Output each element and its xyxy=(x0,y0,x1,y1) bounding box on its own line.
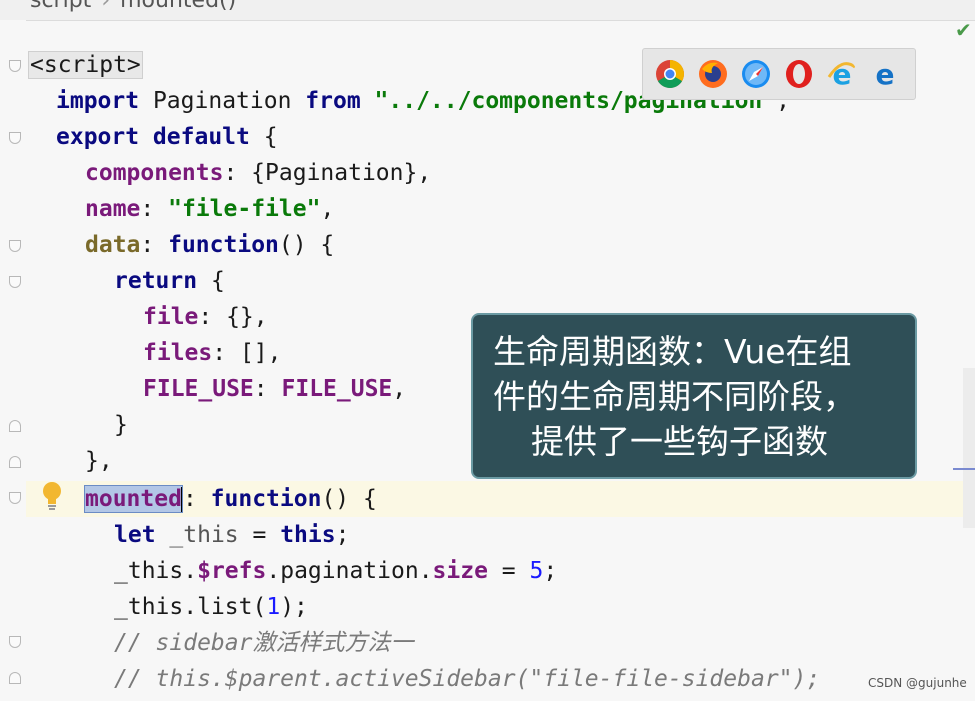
breadcrumb-separator-icon: › xyxy=(101,0,111,13)
fold-marker-icon[interactable] xyxy=(9,492,21,504)
breadcrumb-mounted[interactable]: mounted() xyxy=(120,0,236,13)
code-line: export default { xyxy=(56,124,278,150)
code-line: } xyxy=(114,412,128,438)
fold-marker-icon[interactable] xyxy=(9,420,21,432)
code-line-current: mounted: function() { xyxy=(84,485,377,513)
code-line: return { xyxy=(114,268,225,294)
breadcrumb[interactable]: script › mounted() xyxy=(30,0,236,13)
code-line: <script> xyxy=(28,47,143,83)
code-line: FILE_USE: FILE_USE, xyxy=(143,376,407,402)
fold-marker-icon[interactable] xyxy=(9,60,21,72)
fold-marker-icon[interactable] xyxy=(9,276,21,288)
scrollbar-track[interactable] xyxy=(963,368,975,528)
scrollbar-marker xyxy=(953,468,975,470)
callout-line-1: 生命周期函数：Vue在组 xyxy=(493,332,852,371)
script-tag: <script> xyxy=(28,51,143,79)
firefox-icon[interactable] xyxy=(698,59,728,89)
code-line: file: {}, xyxy=(143,304,268,330)
chrome-icon[interactable] xyxy=(655,59,685,89)
browser-preview-bar: e e xyxy=(642,48,916,100)
opera-icon[interactable] xyxy=(784,59,814,89)
code-line-comment: // this.$parent.activeSidebar("file-file… xyxy=(114,666,821,692)
code-line: components: {Pagination}, xyxy=(85,160,432,186)
edge-icon[interactable]: e xyxy=(870,59,900,89)
code-line: }, xyxy=(85,448,113,474)
fold-marker-icon[interactable] xyxy=(9,240,21,252)
code-line-comment: // sidebar激活样式方法一 xyxy=(114,630,414,656)
code-line: data: function() { xyxy=(85,232,335,258)
annotation-callout: 生命周期函数：Vue在组 件的生命周期不同阶段， 提供了一些钩子函数 xyxy=(471,313,917,479)
code-line: let _this = this; xyxy=(114,522,350,548)
editor-gutter xyxy=(0,20,26,701)
svg-text:e: e xyxy=(876,59,895,89)
fold-marker-icon[interactable] xyxy=(9,636,21,648)
watermark: CSDN @gujunhe xyxy=(868,676,967,690)
fold-marker-icon[interactable] xyxy=(9,672,21,684)
code-line: _this.list(1); xyxy=(114,594,308,620)
breadcrumb-bar: script › mounted() xyxy=(0,0,975,21)
check-icon[interactable]: ✔ xyxy=(955,18,972,42)
breadcrumb-script[interactable]: script xyxy=(30,0,91,13)
code-line: files: [], xyxy=(143,340,282,366)
safari-icon[interactable] xyxy=(741,59,771,89)
code-line: _this.$refs.pagination.size = 5; xyxy=(114,558,558,584)
callout-line-3: 提供了一些钩子函数 xyxy=(531,422,828,461)
selected-text[interactable]: mounted xyxy=(84,485,183,513)
code-line: name: "file-file", xyxy=(85,196,335,222)
lightbulb-icon[interactable] xyxy=(40,480,64,512)
callout-line-2: 件的生命周期不同阶段， xyxy=(493,377,856,416)
fold-marker-icon[interactable] xyxy=(9,456,21,468)
fold-marker-icon[interactable] xyxy=(9,132,21,144)
ie-icon[interactable]: e xyxy=(827,59,857,89)
